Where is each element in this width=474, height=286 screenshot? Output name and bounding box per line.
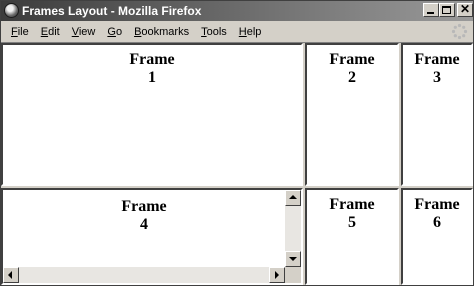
frame-4-vertical-scrollbar[interactable] [285, 190, 301, 267]
minimize-icon [427, 12, 434, 14]
frame-1[interactable]: Frame 1 [1, 43, 303, 186]
frame-1-number: 1 [148, 69, 156, 86]
minimize-button[interactable] [423, 3, 439, 17]
browser-window: Frames Layout - Mozilla Firefox ✕ File E… [0, 0, 474, 286]
scroll-right-arrow-icon[interactable] [269, 267, 285, 283]
frame-3-label: Frame 3 [403, 51, 471, 87]
frame-5-label: Frame 5 [307, 196, 397, 232]
menu-bar: File Edit View Go Bookmarks Tools Help [1, 21, 473, 43]
frame-3[interactable]: Frame 3 [401, 43, 473, 186]
menu-edit[interactable]: Edit [35, 24, 66, 40]
maximize-icon [442, 6, 451, 14]
menu-help[interactable]: Help [233, 24, 268, 40]
menu-file[interactable]: File [5, 24, 35, 40]
frame-4[interactable]: Frame 4 [1, 188, 303, 285]
frame-4-word: Frame [121, 198, 167, 215]
frame-6-word: Frame [414, 196, 460, 213]
frame-5[interactable]: Frame 5 [305, 188, 399, 285]
frame-3-word: Frame [414, 51, 460, 68]
close-icon: ✕ [459, 2, 471, 16]
frame-1-word: Frame [129, 51, 175, 68]
maximize-button[interactable] [439, 3, 455, 17]
menu-bookmarks[interactable]: Bookmarks [128, 24, 195, 40]
frame-5-number: 5 [348, 214, 356, 231]
frame-1-label: Frame 1 [3, 51, 301, 87]
frame-6[interactable]: Frame 6 [401, 188, 473, 285]
frame-6-label: Frame 6 [403, 196, 471, 232]
menu-go[interactable]: Go [101, 24, 128, 40]
frame-5-word: Frame [329, 196, 375, 213]
frame-2-word: Frame [329, 51, 375, 68]
scroll-left-arrow-icon[interactable] [3, 267, 19, 283]
title-bar[interactable]: Frames Layout - Mozilla Firefox ✕ [1, 1, 473, 21]
frame-6-number: 6 [433, 214, 441, 231]
close-button[interactable]: ✕ [457, 2, 473, 17]
menu-view[interactable]: View [66, 24, 102, 40]
frame-4-horizontal-scrollbar[interactable] [3, 267, 285, 283]
throbber-icon [451, 23, 468, 40]
scroll-up-arrow-icon[interactable] [285, 190, 301, 206]
frame-2-number: 2 [348, 69, 356, 86]
frame-3-number: 3 [433, 69, 441, 86]
frame-4-number: 4 [140, 216, 148, 233]
frame-4-label: Frame 4 [3, 198, 285, 234]
menu-tools[interactable]: Tools [195, 24, 233, 40]
window-title: Frames Layout - Mozilla Firefox [22, 4, 202, 18]
scroll-down-arrow-icon[interactable] [285, 251, 301, 267]
frame-2-label: Frame 2 [307, 51, 397, 87]
frameset: Frame 1 Frame 2 Frame 3 Frame 4 Frame 5 … [1, 43, 473, 285]
firefox-icon [4, 3, 19, 18]
scrollbar-corner [285, 267, 301, 283]
frame-2[interactable]: Frame 2 [305, 43, 399, 186]
